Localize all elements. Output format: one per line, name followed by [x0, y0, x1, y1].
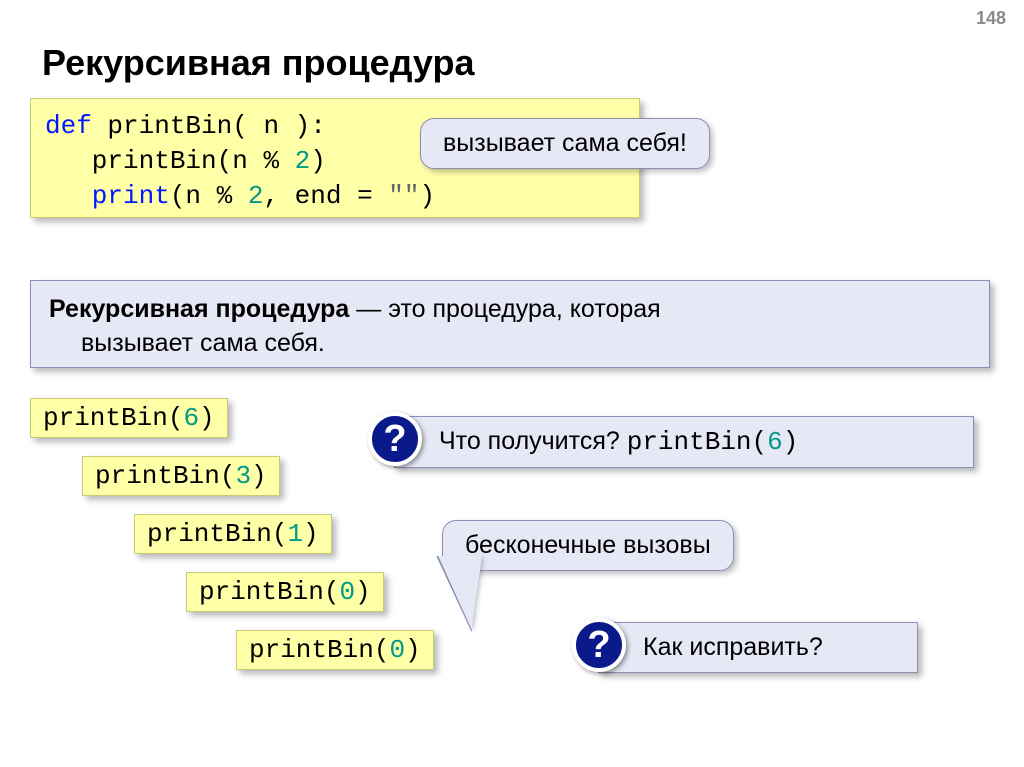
code-l2-end: ) [310, 146, 326, 176]
code-l3-end: ) [420, 181, 436, 211]
call-fn: printBin( [199, 577, 339, 607]
call-box-5: printBin(0) [236, 630, 434, 670]
question-2-text: Как исправить? [643, 633, 823, 661]
call-fn: printBin( [147, 519, 287, 549]
call-arg: 0 [389, 635, 405, 665]
kw-def: def [45, 111, 92, 141]
call-box-2: printBin(3) [82, 456, 280, 496]
call-fn: printBin( [43, 403, 183, 433]
fn-signature: printBin( n ): [92, 111, 326, 141]
call-arg: 3 [235, 461, 251, 491]
code-l3-str: "" [388, 181, 419, 211]
slide-title: Рекурсивная процедура [42, 42, 474, 84]
code-l2a: printBin(n [45, 146, 263, 176]
call-close: ) [251, 461, 267, 491]
call-fn: printBin( [249, 635, 389, 665]
question-box-1: Что получится? printBin(6) [394, 416, 974, 468]
question-mark-icon: ? [368, 412, 422, 466]
question-mark-icon: ? [572, 618, 626, 672]
call-close: ) [303, 519, 319, 549]
page-number: 148 [976, 8, 1006, 29]
definition-line1: Рекурсивная процедура — это процедура, к… [49, 293, 971, 327]
call-box-1: printBin(6) [30, 398, 228, 438]
code-l3b: (n [170, 181, 217, 211]
call-close: ) [199, 403, 215, 433]
code-l2-num: 2 [279, 146, 310, 176]
call-arg: 0 [339, 577, 355, 607]
call-close: ) [405, 635, 421, 665]
question-1-code-fn: printBin( [627, 427, 767, 457]
code-l3-op: % [217, 181, 233, 211]
definition-line2: вызывает сама себя. [81, 327, 971, 361]
code-l2-op: % [263, 146, 279, 176]
call-fn: printBin( [95, 461, 235, 491]
definition-box: Рекурсивная процедура — это процедура, к… [30, 280, 990, 368]
call-box-4: printBin(0) [186, 572, 384, 612]
question-1-code-arg: 6 [767, 427, 783, 457]
call-arg: 6 [183, 403, 199, 433]
code-l3a: print [45, 181, 170, 211]
question-box-2: Как исправить? [598, 622, 918, 673]
definition-text1: — это процедура, которая [349, 295, 660, 323]
call-box-3: printBin(1) [134, 514, 332, 554]
question-1-code-close: ) [783, 427, 799, 457]
call-close: ) [355, 577, 371, 607]
code-l3-num: 2 [232, 181, 263, 211]
definition-term: Рекурсивная процедура [49, 295, 349, 323]
question-1-text: Что получится? [439, 427, 627, 455]
code-l3c: , end = [263, 181, 388, 211]
call-arg: 1 [287, 519, 303, 549]
callout-self-call: вызывает сама себя! [420, 118, 710, 169]
callout-infinite: бесконечные вызовы [442, 520, 734, 571]
